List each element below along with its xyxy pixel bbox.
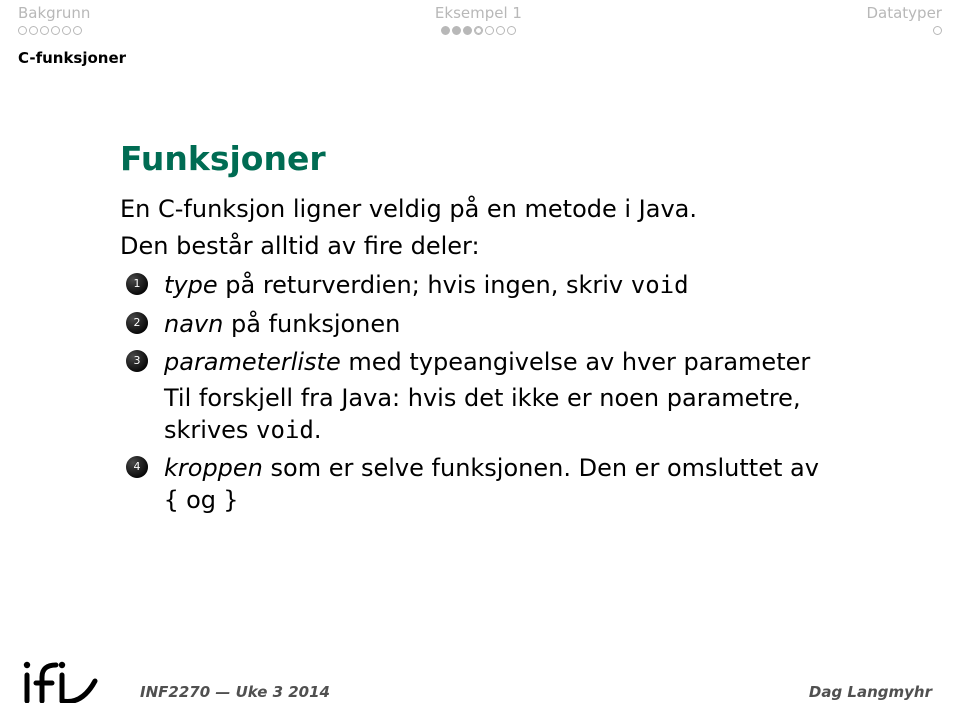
nav-dot[interactable] [485,26,494,35]
subsection-title: C-funksjoner [0,35,960,67]
item-term: kroppen [164,454,263,482]
enum-list: 1 type på returverdien; hvis ingen, skri… [120,270,840,517]
nav-dot[interactable] [51,26,60,35]
item-code-2: } [224,486,238,514]
nav-section-left[interactable]: Bakgrunn [18,4,90,35]
nav-dot[interactable] [474,26,483,35]
item-text: som er selve funksjonen. Den er omslutte… [263,454,819,482]
item-code: { [164,486,178,514]
nav-section-right[interactable]: Datatyper [866,4,942,35]
nav-section-center[interactable]: Eksempel 1 [435,4,522,35]
item-text-2: og [178,486,223,514]
item-text: med typeangivelse av hver parameter [341,348,811,376]
nav-dot[interactable] [73,26,82,35]
top-nav: Bakgrunn Eksempel 1 Datatyper [0,0,960,35]
nav-dots-left [18,26,82,35]
item-subtext: Til forskjell fra Java: hvis det ikke er… [164,383,840,446]
nav-dot[interactable] [29,26,38,35]
intro-line-1: En C-funksjon ligner veldig på en metode… [120,194,840,226]
nav-label-right: Datatyper [866,4,942,24]
item-sub-code: void [256,416,314,444]
item-sub-b: . [314,416,322,444]
frame-title: Funksjoner [120,139,840,178]
item-term: parameterliste [164,348,341,376]
item-text: på returverdien; hvis ingen, skriv [218,271,631,299]
list-item: 4 kroppen som er selve funksjonen. Den e… [120,453,840,516]
item-term: type [164,271,218,299]
footer-author: Dag Langmyhr [809,683,932,703]
nav-dots-center [441,26,516,35]
footer: INF2270 — Uke 3 2014 Dag Langmyhr [0,649,960,719]
footer-left: INF2270 — Uke 3 2014 [18,661,330,703]
nav-dot[interactable] [62,26,71,35]
item-number-ball: 1 [126,273,148,295]
content: Funksjoner En C-funksjon ligner veldig p… [0,67,960,517]
item-text: på funksjonen [223,310,400,338]
item-number-ball: 3 [126,350,148,372]
item-number-ball: 2 [126,312,148,334]
nav-dot[interactable] [452,26,461,35]
nav-label-left: Bakgrunn [18,4,90,24]
item-number-ball: 4 [126,456,148,478]
nav-dot[interactable] [496,26,505,35]
slide: { "nav": { "left": { "label": "Bakgrunn"… [0,0,960,719]
nav-dot[interactable] [40,26,49,35]
nav-label-center: Eksempel 1 [435,4,522,24]
intro-line-2: Den består alltid av fire deler: [120,231,840,263]
item-term: navn [164,310,223,338]
nav-dot[interactable] [933,26,942,35]
list-item: 3 parameterliste med typeangivelse av hv… [120,347,840,446]
ifi-logo-icon [18,661,104,703]
nav-dot[interactable] [18,26,27,35]
list-item: 1 type på returverdien; hvis ingen, skri… [120,270,840,302]
nav-dot[interactable] [441,26,450,35]
nav-dot[interactable] [507,26,516,35]
item-code: void [631,271,689,299]
footer-title: INF2270 — Uke 3 2014 [140,683,330,703]
list-item: 2 navn på funksjonen [120,309,840,341]
nav-dots-right [933,26,942,35]
nav-dot[interactable] [463,26,472,35]
